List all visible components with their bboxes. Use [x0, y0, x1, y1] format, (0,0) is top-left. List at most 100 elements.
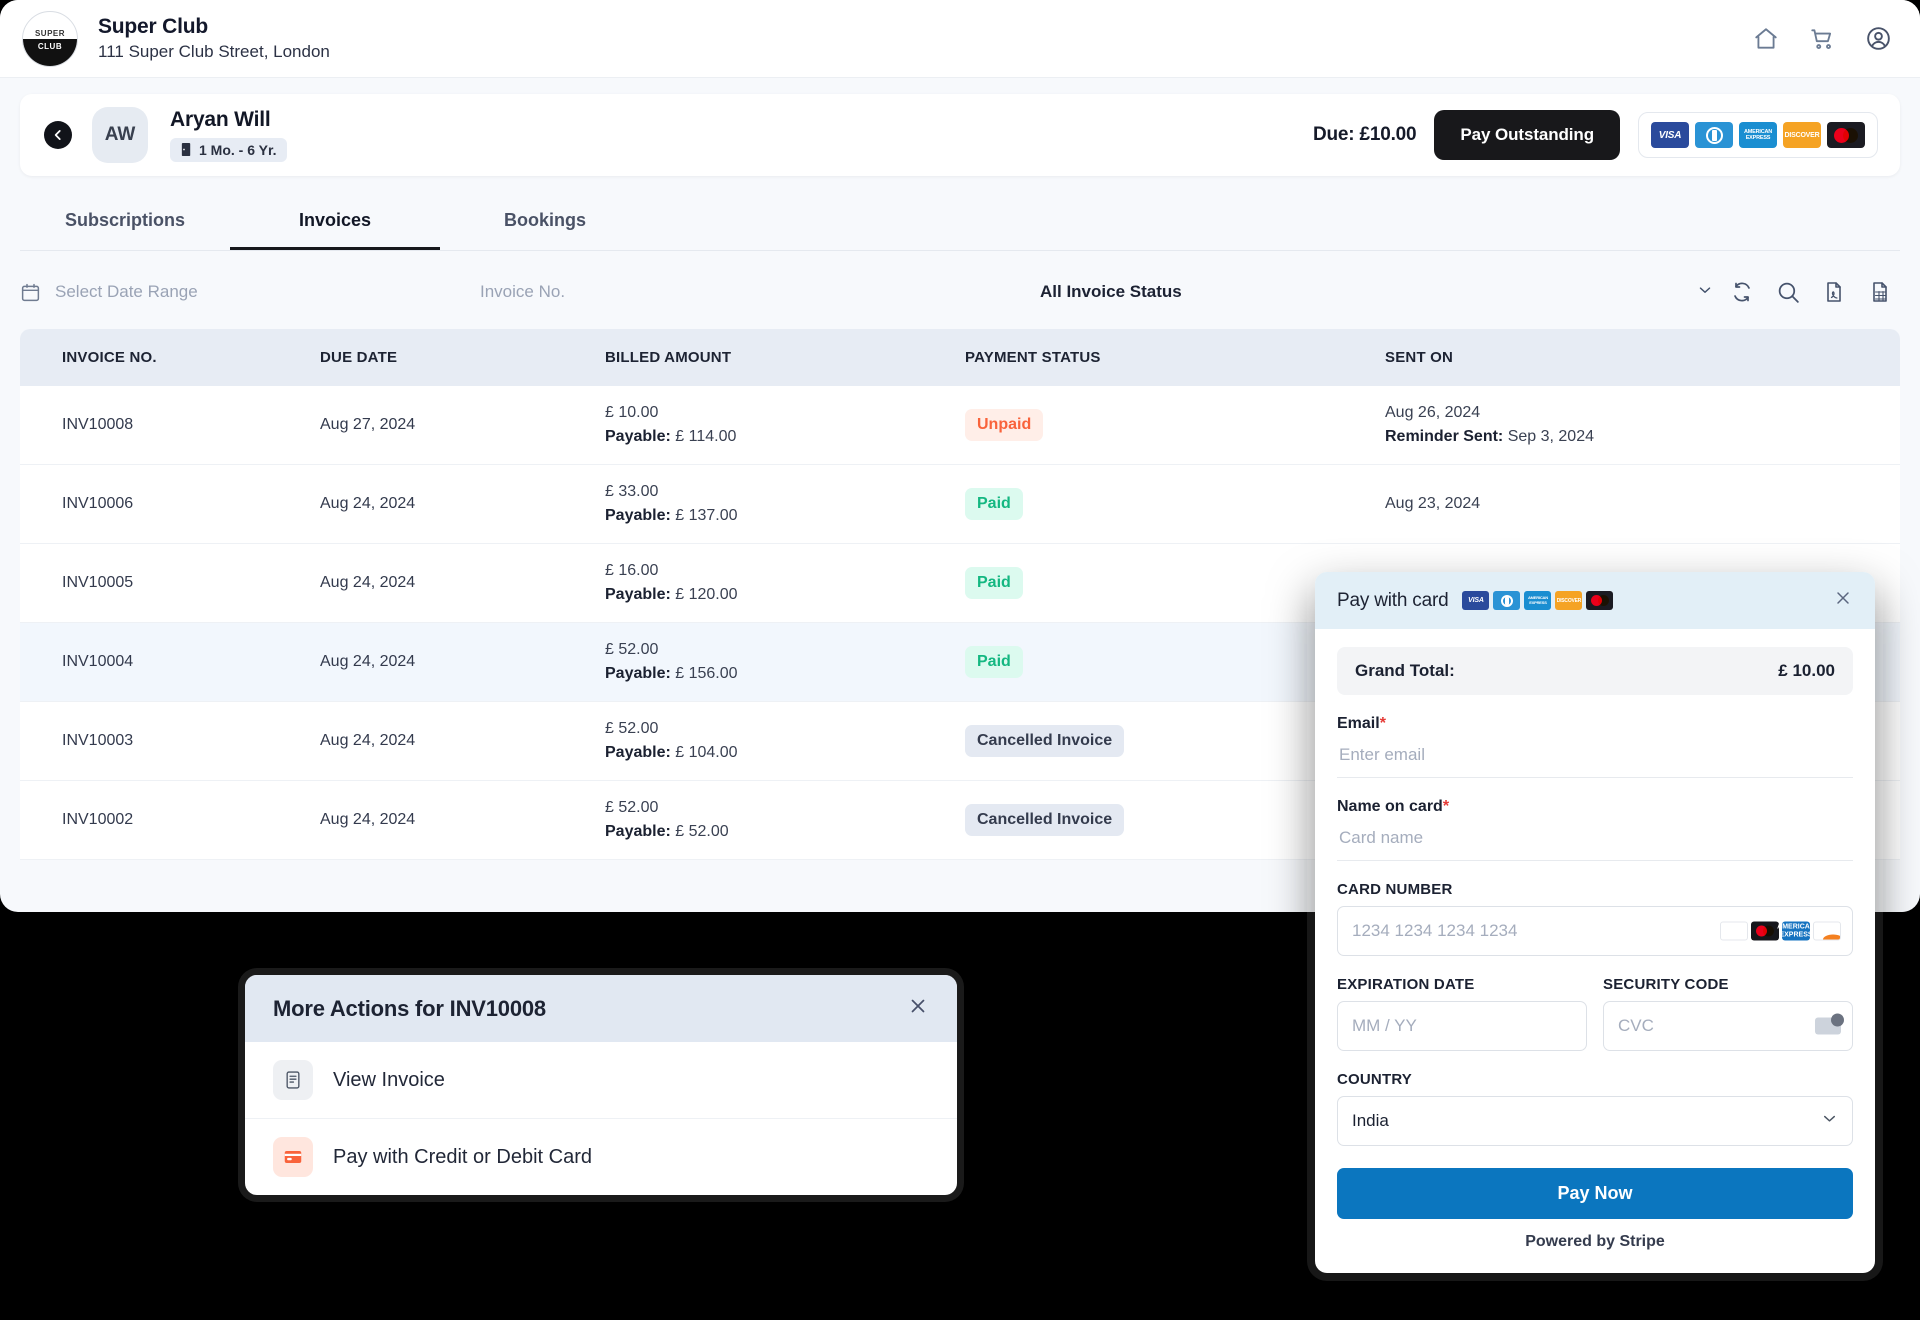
status-badge: Paid: [965, 488, 1023, 520]
card-number-label: CARD NUMBER: [1337, 881, 1453, 898]
column-sent-on: SENT ON: [1385, 329, 1900, 386]
date-range-filter[interactable]: Select Date Range: [20, 282, 480, 303]
cell-due-date: Aug 24, 2024: [320, 543, 605, 623]
country-select[interactable]: [1337, 1096, 1853, 1146]
brand-text: Super Club 111 Super Club Street, London: [98, 15, 330, 62]
tab-invoices[interactable]: Invoices: [230, 198, 440, 250]
mastercard-icon: [1586, 591, 1614, 610]
status-badge: Paid: [965, 646, 1023, 678]
member-identity: Aryan Will 1 Mo. - 6 Yr.: [170, 108, 287, 163]
cell-due-date: Aug 24, 2024: [320, 622, 605, 702]
search-icon[interactable]: [1768, 272, 1808, 312]
logo-text-bottom: CLUB: [37, 41, 63, 51]
cell-due-date: Aug 24, 2024: [320, 464, 605, 544]
status-badge: Cancelled Invoice: [965, 804, 1125, 836]
member-name: Aryan Will: [170, 107, 271, 131]
tab-bookings[interactable]: Bookings: [440, 198, 650, 250]
chevron-left-icon: [54, 130, 61, 140]
cell-invoice-no: INV10003: [20, 701, 320, 781]
document-icon: [273, 1060, 313, 1100]
cvc-card-icon: [1815, 1013, 1844, 1035]
country-wrapper: [1337, 1096, 1853, 1146]
cell-invoice-no: INV10008: [20, 386, 320, 465]
more-actions-title: More Actions for INV10008: [273, 995, 546, 1021]
grand-total-value: £ 10.00: [1778, 661, 1835, 680]
cell-billed-amount: £ 33.00 Payable: £ 137.00: [605, 464, 965, 544]
credit-card-icon: [273, 1137, 313, 1177]
cell-payment-status: Paid: [965, 464, 1385, 544]
accepted-cards-strip: VISA AMERICAN EXPRESS DISCOVER: [1638, 112, 1878, 158]
tab-subscriptions[interactable]: Subscriptions: [20, 198, 230, 250]
filter-action-icons: [1722, 272, 1900, 312]
table-row[interactable]: INV10006 Aug 24, 2024 £ 33.00 Payable: £ 13…: [20, 464, 1900, 544]
account-icon[interactable]: [1865, 25, 1892, 52]
cart-icon[interactable]: [1809, 26, 1835, 52]
cell-invoice-no: INV10005: [20, 543, 320, 623]
column-invoice-no: INVOICE NO.: [20, 329, 320, 386]
status-badge: Paid: [965, 567, 1023, 599]
cell-billed-amount: £ 10.00 Payable: £ 114.00: [605, 386, 965, 465]
mastercard-icon: [1827, 122, 1865, 148]
age-range-badge: 1 Mo. - 6 Yr.: [170, 137, 287, 162]
action-pay-card[interactable]: Pay with Credit or Debit Card: [245, 1119, 957, 1195]
pdf-export-icon[interactable]: [1814, 272, 1854, 312]
email-field[interactable]: [1337, 733, 1853, 778]
home-icon[interactable]: [1753, 26, 1779, 52]
cell-billed-amount: £ 52.00 Payable: £ 52.00: [605, 780, 965, 860]
column-billed-amount: BILLED AMOUNT: [605, 329, 965, 386]
pay-with-card-header: Pay with card VISA AMERICAN EXPRESS DISCO…: [1315, 572, 1875, 629]
visa-icon: VISA: [1720, 921, 1748, 941]
amex-icon: AMERICAN EXPRESS: [1524, 591, 1552, 610]
expiration-date-field[interactable]: [1337, 1001, 1587, 1051]
table-row[interactable]: INV10008 Aug 27, 2024 £ 10.00 Payable: £ 11…: [20, 386, 1900, 465]
cell-billed-amount: £ 52.00 Payable: £ 104.00: [605, 701, 965, 781]
security-code-wrapper: [1603, 1001, 1853, 1051]
grand-total-label: Grand Total:: [1355, 661, 1455, 680]
close-icon[interactable]: [907, 995, 929, 1022]
cell-billed-amount: £ 52.00 Payable: £ 156.00: [605, 622, 965, 702]
header-icon-group: [1753, 25, 1892, 52]
back-button[interactable]: [44, 121, 72, 149]
name-on-card-field[interactable]: [1337, 816, 1853, 861]
excel-export-icon[interactable]: [1860, 272, 1900, 312]
pay-with-card-body: Grand Total: £ 10.00 Email* Name on card…: [1315, 629, 1875, 1273]
expiration-date-wrapper: [1337, 1001, 1587, 1051]
cell-invoice-no: INV10004: [20, 622, 320, 702]
invoice-status-value: All Invoice Status: [1040, 282, 1182, 301]
card-brand-hints: VISA AMERICANEXPRESS DISCOVER: [1720, 921, 1841, 941]
visa-icon: VISA: [1462, 591, 1490, 610]
card-number-wrapper: VISA AMERICANEXPRESS DISCOVER: [1337, 906, 1853, 956]
discover-icon: DISCOVER: [1783, 122, 1821, 148]
expiration-date-label: EXPIRATION DATE: [1337, 976, 1475, 993]
close-icon[interactable]: [1833, 588, 1853, 613]
modal-accepted-cards: VISA AMERICAN EXPRESS DISCOVER: [1462, 591, 1614, 610]
club-name: Super Club: [98, 15, 209, 38]
email-label: Email*: [1337, 715, 1386, 732]
diners-icon: [1695, 122, 1733, 148]
avatar: AW: [92, 107, 148, 163]
cell-billed-amount: £ 16.00 Payable: £ 120.00: [605, 543, 965, 623]
cell-payment-status: Unpaid: [965, 386, 1385, 465]
mastercard-icon: [1751, 921, 1779, 941]
cell-due-date: Aug 24, 2024: [320, 780, 605, 860]
refresh-icon[interactable]: [1722, 272, 1762, 312]
stripe-footer: Powered by Stripe: [1525, 1233, 1665, 1250]
diners-icon: [1493, 591, 1521, 610]
invoice-no-filter[interactable]: Invoice No.: [480, 282, 950, 302]
invoice-no-placeholder: Invoice No.: [480, 282, 566, 301]
cell-invoice-no: INV10002: [20, 780, 320, 860]
more-actions-dialog: More Actions for INV10008 View Invoice P…: [245, 975, 957, 1195]
chevron-down-icon: [1696, 281, 1714, 304]
invoice-status-select[interactable]: All Invoice Status: [950, 281, 1722, 304]
filter-bar: Select Date Range Invoice No. All Invoic…: [20, 261, 1900, 323]
date-range-placeholder: Select Date Range: [55, 282, 198, 301]
due-actions: Due: £10.00 Pay Outstanding VISA AMERICA…: [1313, 110, 1878, 160]
required-mark: *: [1379, 715, 1386, 732]
pay-outstanding-button[interactable]: Pay Outstanding: [1434, 110, 1620, 160]
logo-text-top: SUPER: [34, 28, 66, 38]
action-view-invoice[interactable]: View Invoice: [245, 1042, 957, 1119]
status-badge: Cancelled Invoice: [965, 725, 1125, 757]
club-address: 111 Super Club Street, London: [98, 42, 330, 61]
action-view-invoice-label: View Invoice: [333, 1068, 445, 1091]
pay-now-button[interactable]: Pay Now: [1337, 1168, 1853, 1219]
